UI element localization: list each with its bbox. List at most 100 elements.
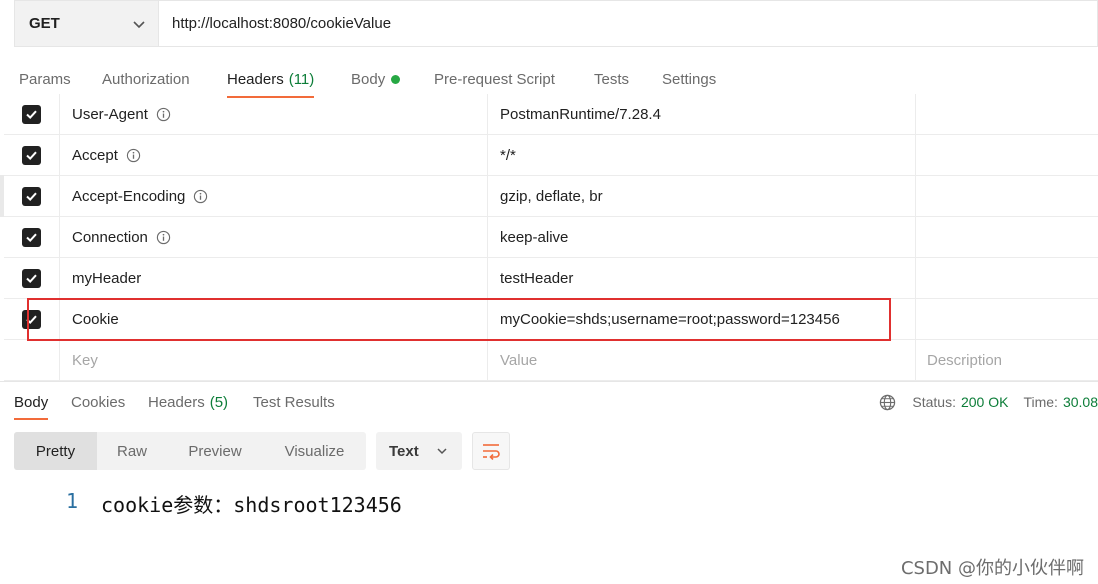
wrap-lines-icon bbox=[483, 444, 500, 460]
header-key-cell[interactable]: Accept bbox=[60, 135, 488, 175]
header-key-cell[interactable]: User-Agent bbox=[60, 94, 488, 134]
view-preview[interactable]: Preview bbox=[167, 432, 263, 470]
check-icon bbox=[26, 151, 37, 160]
tab-authorization[interactable]: Authorization bbox=[102, 60, 190, 98]
line-number: 1 bbox=[65, 489, 78, 513]
table-row: myHeader testHeader bbox=[4, 258, 1098, 299]
header-description-cell[interactable] bbox=[916, 258, 1098, 298]
new-value-input[interactable]: Value bbox=[488, 340, 916, 380]
response-view-toolbar: Pretty Raw Preview Visualize Text bbox=[14, 432, 510, 470]
table-row: Accept-Encoding gzip, deflate, br bbox=[4, 176, 1098, 217]
tab-response-headers[interactable]: Headers (5) bbox=[148, 384, 228, 420]
header-enabled-checkbox[interactable] bbox=[22, 186, 41, 206]
header-key-cell[interactable]: Connection bbox=[60, 217, 488, 257]
header-value-cell[interactable]: gzip, deflate, br bbox=[488, 176, 916, 216]
cookie-row-highlight bbox=[27, 298, 891, 341]
time-label: Time: bbox=[1023, 394, 1058, 410]
check-icon bbox=[26, 274, 37, 283]
watermark: CSDN @你的小伙伴啊 bbox=[900, 558, 1084, 579]
view-mode-group: Pretty Raw Preview Visualize bbox=[14, 432, 366, 470]
header-key: Accept bbox=[72, 146, 118, 164]
wrap-lines-button[interactable] bbox=[472, 432, 510, 470]
tab-pre-request-script[interactable]: Pre-request Script bbox=[434, 60, 555, 98]
tab-label: Body bbox=[351, 70, 386, 88]
status-label: Status: bbox=[912, 394, 956, 410]
header-value-cell[interactable]: keep-alive bbox=[488, 217, 916, 257]
tab-count: (5) bbox=[209, 393, 229, 411]
description-placeholder: Description bbox=[927, 351, 1003, 369]
tab-tests[interactable]: Tests bbox=[594, 60, 629, 98]
response-body-line: 1 cookie参数：shdsroot123456 bbox=[0, 486, 1098, 518]
tab-label: Params bbox=[19, 70, 71, 88]
header-description-cell[interactable] bbox=[916, 217, 1098, 257]
tab-label: Test Results bbox=[253, 393, 335, 411]
check-icon bbox=[26, 192, 37, 201]
tab-response-body[interactable]: Body bbox=[14, 384, 49, 420]
globe-icon[interactable] bbox=[879, 394, 896, 411]
header-value: keep-alive bbox=[500, 228, 569, 246]
time-value[interactable]: 30.08 bbox=[1063, 394, 1098, 410]
info-icon[interactable] bbox=[126, 148, 141, 163]
method-select[interactable]: GET bbox=[14, 0, 158, 47]
header-value-cell[interactable]: */* bbox=[488, 135, 916, 175]
tab-params[interactable]: Params bbox=[19, 60, 71, 98]
header-key: User-Agent bbox=[72, 105, 148, 123]
view-label: Raw bbox=[116, 442, 147, 460]
table-row: User-Agent PostmanRuntime/7.28.4 bbox=[4, 94, 1098, 135]
chevron-down-icon bbox=[133, 20, 145, 28]
response-body-text[interactable]: cookie参数：shdsroot123456 bbox=[101, 489, 402, 518]
tab-headers[interactable]: Headers (11) bbox=[227, 60, 315, 98]
header-value-cell[interactable]: PostmanRuntime/7.28.4 bbox=[488, 94, 916, 134]
tab-label: Tests bbox=[594, 70, 630, 88]
tab-settings[interactable]: Settings bbox=[662, 60, 716, 98]
info-icon[interactable] bbox=[156, 107, 171, 122]
header-enabled-checkbox[interactable] bbox=[22, 145, 41, 165]
key-placeholder: Key bbox=[72, 351, 98, 369]
view-label: Pretty bbox=[35, 442, 76, 460]
view-pretty[interactable]: Pretty bbox=[14, 432, 97, 470]
tab-label: Headers bbox=[148, 393, 205, 411]
section-divider bbox=[0, 381, 1098, 382]
body-status-dot bbox=[391, 74, 401, 84]
url-text: http://localhost:8080/cookieValue bbox=[172, 15, 392, 32]
tab-test-results[interactable]: Test Results bbox=[253, 384, 335, 420]
header-value: testHeader bbox=[500, 269, 574, 287]
check-icon bbox=[26, 110, 37, 119]
header-description-cell[interactable] bbox=[916, 176, 1098, 216]
status-value[interactable]: 200 OK bbox=[961, 394, 1008, 410]
header-value-cell[interactable]: testHeader bbox=[488, 258, 916, 298]
header-enabled-checkbox[interactable] bbox=[22, 268, 41, 288]
info-icon[interactable] bbox=[156, 230, 171, 245]
header-description-cell[interactable] bbox=[916, 94, 1098, 134]
header-description-cell[interactable] bbox=[916, 299, 1098, 339]
header-value: gzip, deflate, br bbox=[500, 187, 603, 205]
method-label: GET bbox=[29, 15, 60, 32]
url-input[interactable]: http://localhost:8080/cookieValue bbox=[158, 0, 1098, 47]
response-status: Status: 200 OK Time: 30.08 bbox=[879, 384, 1098, 420]
format-label: Text bbox=[389, 442, 419, 460]
header-enabled-checkbox[interactable] bbox=[22, 104, 41, 124]
tab-body[interactable]: Body bbox=[351, 60, 401, 98]
new-description-input[interactable]: Description bbox=[916, 340, 1098, 380]
table-row: Accept */* bbox=[4, 135, 1098, 176]
format-select[interactable]: Text bbox=[376, 432, 462, 470]
info-icon[interactable] bbox=[193, 189, 208, 204]
header-enabled-checkbox[interactable] bbox=[22, 227, 41, 247]
header-key-cell[interactable]: Accept-Encoding bbox=[60, 176, 488, 216]
header-key-cell[interactable]: myHeader bbox=[60, 258, 488, 298]
view-raw[interactable]: Raw bbox=[97, 432, 167, 470]
view-visualize[interactable]: Visualize bbox=[263, 432, 366, 470]
header-value: */* bbox=[500, 146, 516, 164]
empty-checkbox-cell bbox=[4, 340, 60, 380]
tab-response-cookies[interactable]: Cookies bbox=[71, 384, 125, 420]
header-value: PostmanRuntime/7.28.4 bbox=[500, 105, 661, 123]
tab-label: Authorization bbox=[102, 70, 190, 88]
request-tabs: Params Authorization Headers (11) Body P… bbox=[0, 60, 1098, 98]
header-description-cell[interactable] bbox=[916, 135, 1098, 175]
value-placeholder: Value bbox=[500, 351, 538, 369]
new-key-input[interactable]: Key bbox=[60, 340, 488, 380]
chevron-down-icon bbox=[437, 448, 447, 455]
tab-label: Cookies bbox=[71, 393, 126, 411]
request-url-bar: GET http://localhost:8080/cookieValue bbox=[14, 0, 1098, 47]
table-row-new: Key Value Description bbox=[4, 340, 1098, 381]
